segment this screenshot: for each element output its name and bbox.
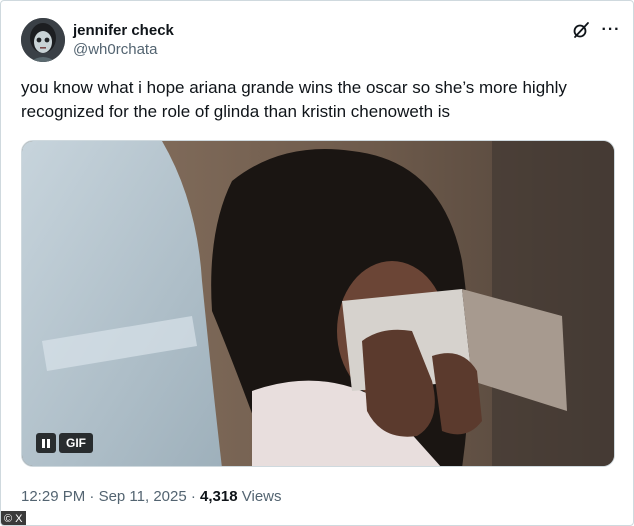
author-display-name[interactable]: jennifer check [73, 22, 174, 40]
tweet-text: you know what i hope ariana grande wins … [21, 78, 567, 121]
tweet-card: jennifer check @wh0rchata ··· you know w… [0, 0, 634, 526]
watermark: © X [1, 511, 26, 525]
more-icon[interactable]: ··· [601, 20, 621, 40]
tweet-date[interactable]: Sep 11, 2025 [99, 488, 187, 505]
pause-icon[interactable] [36, 433, 56, 453]
meta-separator-2: · [190, 488, 196, 505]
grok-slash-icon[interactable] [571, 20, 591, 40]
author-names: jennifer check @wh0rchata [73, 22, 174, 60]
tweet-header: jennifer check @wh0rchata ··· [21, 18, 621, 62]
views-count: 4,318 [200, 488, 238, 505]
header-actions: ··· [571, 20, 621, 40]
tweet-time[interactable]: 12:29 PM [21, 488, 85, 505]
avatar-image [21, 18, 65, 62]
gif-frame-image [22, 141, 614, 466]
views-label: Views [241, 488, 282, 505]
gif-controls: GIF [36, 433, 93, 453]
avatar[interactable] [21, 18, 65, 62]
author-handle[interactable]: @wh0rchata [73, 40, 174, 60]
tweet-meta: 12:29 PM · Sep 11, 2025 · 4,318 Views [21, 487, 282, 507]
meta-separator: · [89, 488, 95, 505]
gif-media[interactable]: GIF [21, 140, 615, 467]
gif-badge: GIF [59, 433, 93, 453]
